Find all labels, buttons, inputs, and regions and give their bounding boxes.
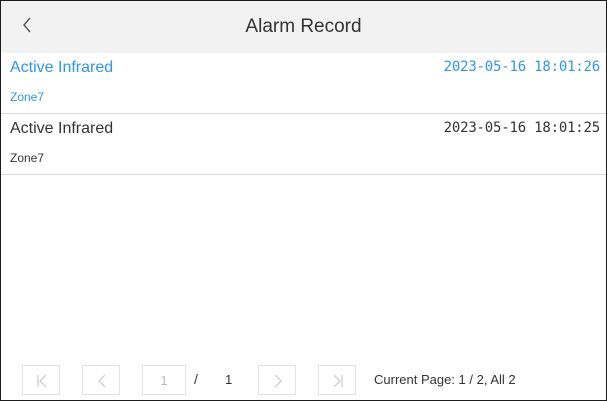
alarm-record-list: Active Infrared 2023-05-16 18:01:26 Zone… — [1, 53, 606, 175]
pagination-bar: / 1 Current Page: 1 / 2, All 2 — [1, 360, 606, 400]
next-page-button[interactable] — [258, 365, 296, 395]
first-page-icon — [37, 374, 47, 388]
first-page-button[interactable] — [22, 365, 60, 395]
page-info-text: Current Page: 1 / 2, All 2 — [374, 372, 516, 387]
back-button[interactable] — [15, 11, 43, 39]
page-number-input[interactable] — [142, 365, 186, 395]
alarm-time: 2023-05-16 18:01:25 — [443, 120, 601, 136]
last-page-button[interactable] — [318, 365, 356, 395]
prev-page-button[interactable] — [82, 365, 120, 395]
list-item[interactable]: Active Infrared 2023-05-16 18:01:26 Zone… — [1, 53, 606, 114]
chevron-right-icon — [274, 374, 282, 388]
last-page-icon — [333, 374, 343, 388]
alarm-type: Active Infrared — [10, 59, 114, 76]
alarm-type: Active Infrared — [10, 120, 114, 137]
page-separator: / — [194, 371, 198, 387]
total-pages: 1 — [225, 372, 233, 387]
header-bar: Alarm Record — [1, 1, 606, 53]
page-title: Alarm Record — [245, 16, 362, 37]
alarm-time: 2023-05-16 18:01:26 — [443, 59, 601, 75]
alarm-record-window: Alarm Record Active Infrared 2023-05-16 … — [0, 0, 607, 401]
list-item[interactable]: Active Infrared 2023-05-16 18:01:25 Zone… — [1, 114, 606, 175]
chevron-left-icon — [23, 17, 31, 33]
alarm-zone: Zone7 — [10, 90, 45, 104]
chevron-left-icon — [98, 374, 106, 388]
alarm-zone: Zone7 — [10, 151, 45, 165]
